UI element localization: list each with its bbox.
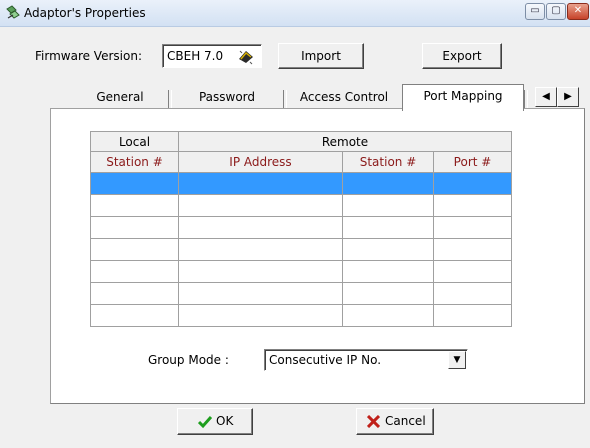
table-cell[interactable] [178, 216, 343, 239]
tab-scroll-arrows: ◀ ▶ [535, 87, 583, 107]
table-cell[interactable] [178, 194, 343, 217]
table-cell[interactable] [342, 194, 434, 217]
table-cell[interactable] [90, 194, 179, 217]
group-header-remote: Remote [177, 131, 513, 152]
table-cell[interactable] [342, 304, 434, 327]
import-button[interactable]: Import [278, 43, 364, 69]
column-header-local-station[interactable]: Station # [90, 151, 179, 173]
window-title: Adaptor's Properties [24, 6, 146, 20]
table-row[interactable] [90, 216, 513, 239]
table-row[interactable] [90, 260, 513, 283]
arrow-left-icon: ◀ [542, 91, 550, 102]
ok-button[interactable]: OK [177, 408, 253, 435]
table-cell[interactable] [90, 216, 179, 239]
x-icon [367, 415, 380, 428]
port-mapping-table: Local Remote Station # IP Address Statio… [90, 131, 513, 327]
adaptor-app-icon [6, 5, 20, 19]
column-header-remote-station[interactable]: Station # [342, 151, 434, 173]
chip-icon[interactable] [236, 47, 256, 65]
table-cell[interactable] [178, 304, 343, 327]
column-header-ip-address[interactable]: IP Address [178, 151, 343, 173]
title-bar[interactable]: Adaptor's Properties ▭ ▢ ✕ [0, 0, 590, 27]
firmware-field: CBEH 7.0 [162, 44, 262, 68]
ok-label: OK [216, 414, 234, 428]
table-cell[interactable] [342, 216, 434, 239]
table-cell[interactable] [90, 304, 179, 327]
minimize-button[interactable]: ▭ [525, 3, 545, 20]
minimize-icon: ▭ [530, 5, 540, 16]
cancel-label: Cancel [385, 414, 426, 428]
chevron-down-icon: ▼ [453, 355, 461, 365]
tab-divider [283, 90, 287, 110]
tab-access-control[interactable]: Access Control [288, 86, 400, 110]
export-button[interactable]: Export [422, 43, 502, 69]
table-row[interactable] [90, 304, 513, 327]
table-cell[interactable] [90, 282, 179, 305]
firmware-value: CBEH 7.0 [167, 49, 224, 63]
table-cell[interactable] [432, 172, 513, 195]
close-button[interactable]: ✕ [567, 3, 589, 20]
dropdown-button[interactable]: ▼ [448, 351, 466, 369]
table-cell[interactable] [90, 172, 179, 195]
table-cell[interactable] [342, 282, 434, 305]
table-cell[interactable] [342, 172, 434, 195]
table-cell[interactable] [90, 238, 179, 261]
maximize-icon: ▢ [551, 5, 561, 16]
group-mode-label: Group Mode : [148, 353, 229, 367]
table-cell[interactable] [178, 260, 343, 283]
table-row[interactable] [90, 172, 513, 195]
cancel-button[interactable]: Cancel [356, 408, 434, 435]
table-row[interactable] [90, 194, 513, 217]
table-cell[interactable] [432, 194, 513, 217]
table-cell[interactable] [432, 238, 513, 261]
firmware-label: Firmware Version: [35, 49, 142, 63]
table-cell[interactable] [90, 260, 179, 283]
table-cell[interactable] [178, 282, 343, 305]
tab-scroll-right-button[interactable]: ▶ [557, 87, 579, 107]
column-header-port[interactable]: Port # [432, 151, 513, 173]
table-cell[interactable] [342, 238, 434, 261]
maximize-button[interactable]: ▢ [546, 3, 566, 20]
close-icon: ✕ [573, 5, 583, 16]
tab-general[interactable]: General [72, 86, 168, 110]
group-mode-select[interactable]: Consecutive IP No. ▼ [264, 349, 468, 371]
table-cell[interactable] [342, 260, 434, 283]
arrow-right-icon: ▶ [564, 91, 572, 102]
table-cell[interactable] [432, 260, 513, 283]
group-mode-value: Consecutive IP No. [269, 353, 382, 367]
tab-divider [524, 90, 528, 110]
table-cell[interactable] [178, 172, 343, 195]
table-row[interactable] [90, 238, 513, 261]
table-cell[interactable] [432, 304, 513, 327]
table-cell[interactable] [432, 216, 513, 239]
table-row[interactable] [90, 282, 513, 305]
tab-port-mapping[interactable]: Port Mapping [402, 84, 524, 111]
check-icon [198, 416, 212, 429]
tab-password[interactable]: Password [172, 86, 282, 110]
group-header-local: Local [90, 131, 179, 152]
table-cell[interactable] [432, 282, 513, 305]
table-cell[interactable] [178, 238, 343, 261]
tab-scroll-left-button[interactable]: ◀ [535, 87, 557, 107]
